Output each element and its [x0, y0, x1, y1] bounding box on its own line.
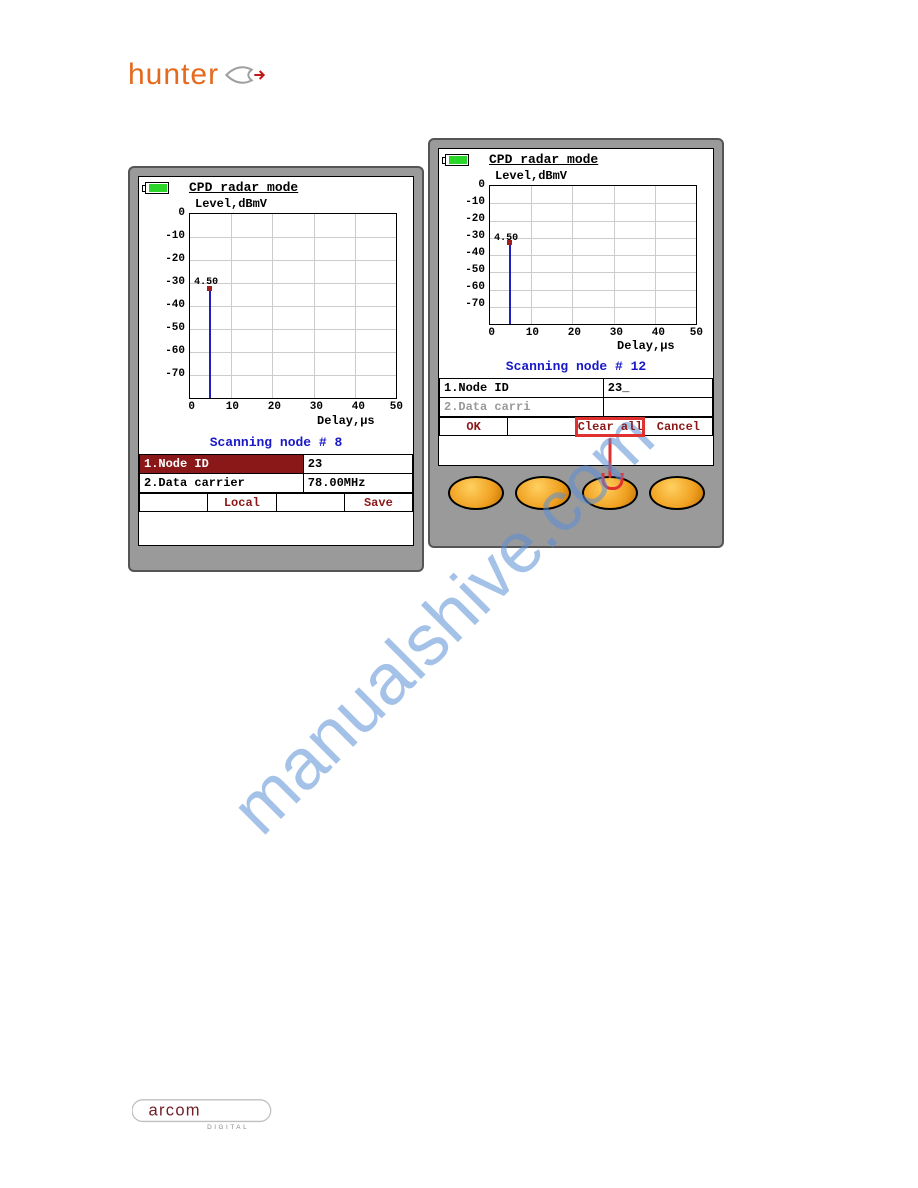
screen-title: CPD radar mode	[189, 180, 298, 195]
hardware-button-row	[438, 476, 714, 510]
hunter-logo: hunter	[128, 58, 265, 92]
y-tick: 0	[461, 179, 485, 191]
x-axis-label: Delay,μs	[317, 414, 375, 428]
param-table: 1.Node ID 23 2.Data carrier 78.00MHz	[139, 454, 413, 493]
y-tick: -10	[461, 196, 485, 208]
y-tick: -40	[161, 299, 185, 311]
y-tick: -70	[161, 368, 185, 380]
softkey-1-ok[interactable]: OK	[440, 418, 508, 436]
param-value: 23	[303, 455, 412, 474]
left-plot-area: 4.50	[189, 213, 397, 399]
y-tick: -70	[461, 298, 485, 310]
right-plot-area: 4.50	[489, 185, 697, 325]
y-axis-label: Level,dBmV	[195, 197, 267, 211]
x-tick: 20	[261, 401, 281, 413]
param-value: 23_	[603, 379, 712, 398]
y-tick: -40	[461, 247, 485, 259]
hardware-button-4[interactable]	[649, 476, 705, 510]
softkey-3-clear-all[interactable]: Clear all	[576, 418, 644, 436]
table-row[interactable]: 1.Node ID 23_	[440, 379, 713, 398]
param-value: 78.00MHz	[303, 474, 412, 493]
table-row[interactable]: 1.Node ID 23	[140, 455, 413, 474]
hardware-button-3[interactable]	[582, 476, 638, 510]
left-chart: Level,dBmV	[149, 199, 403, 431]
param-label: 2.Data carrier	[140, 474, 304, 493]
x-tick: 50	[683, 327, 703, 339]
peak-label: 4.50	[194, 277, 218, 288]
x-tick: 20	[561, 327, 581, 339]
y-axis-label: Level,dBmV	[495, 169, 567, 183]
y-tick: -20	[161, 253, 185, 265]
device-left: CPD radar mode Level,dBmV	[128, 166, 424, 572]
x-tick: 30	[303, 401, 323, 413]
softkey-1[interactable]	[140, 494, 208, 512]
y-tick: -60	[461, 281, 485, 293]
softkey-bar: Local Save	[139, 493, 413, 512]
softkey-3[interactable]	[276, 494, 344, 512]
hunter-logo-arrow-icon	[225, 60, 265, 90]
x-tick: 40	[645, 327, 665, 339]
x-tick: 30	[603, 327, 623, 339]
peak-line	[509, 241, 511, 324]
y-tick: -60	[161, 345, 185, 357]
hardware-button-2[interactable]	[515, 476, 571, 510]
y-tick: 0	[161, 207, 185, 219]
hunter-logo-text: hunter	[128, 58, 219, 92]
scan-status: Scanning node # 12	[439, 359, 713, 374]
highlight-callout-icon	[608, 438, 611, 478]
device-left-screen: CPD radar mode Level,dBmV	[138, 176, 414, 546]
softkey-4-save[interactable]: Save	[344, 494, 412, 512]
x-tick: 0	[483, 327, 495, 339]
arcom-logo: arcom DIGITAL	[132, 1096, 272, 1134]
battery-icon	[145, 182, 169, 194]
param-value	[603, 398, 712, 417]
peak-line	[209, 288, 211, 398]
scan-status: Scanning node # 8	[139, 435, 413, 450]
y-tick: -10	[161, 230, 185, 242]
y-tick: -20	[461, 213, 485, 225]
param-label: 2.Data carri	[440, 398, 604, 417]
x-tick: 40	[345, 401, 365, 413]
x-tick: 10	[519, 327, 539, 339]
table-row[interactable]: 2.Data carrier 78.00MHz	[140, 474, 413, 493]
param-label: 1.Node ID	[140, 455, 304, 474]
peak-label: 4.50	[494, 233, 518, 244]
screen-title: CPD radar mode	[489, 152, 598, 167]
softkey-bar: OK Clear all Cancel	[439, 417, 713, 436]
param-label: 1.Node ID	[440, 379, 604, 398]
x-axis-label: Delay,μs	[617, 339, 675, 353]
arcom-logo-sub: DIGITAL	[207, 1124, 249, 1131]
x-tick: 10	[219, 401, 239, 413]
y-tick: -30	[461, 230, 485, 242]
device-right-screen: CPD radar mode Level,dBmV	[438, 148, 714, 466]
y-tick: -50	[161, 322, 185, 334]
x-tick: 50	[383, 401, 403, 413]
hardware-button-1[interactable]	[448, 476, 504, 510]
softkey-2[interactable]	[508, 418, 576, 436]
arcom-logo-text: arcom	[149, 1101, 201, 1120]
x-tick: 0	[183, 401, 195, 413]
right-chart: Level,dBmV	[449, 171, 703, 355]
y-tick: -30	[161, 276, 185, 288]
battery-icon	[445, 154, 469, 166]
softkey-4-cancel[interactable]: Cancel	[644, 418, 712, 436]
table-row[interactable]: 2.Data carri	[440, 398, 713, 417]
y-tick: -50	[461, 264, 485, 276]
param-table: 1.Node ID 23_ 2.Data carri	[439, 378, 713, 417]
device-right: CPD radar mode Level,dBmV	[428, 138, 724, 548]
softkey-2-local[interactable]: Local	[208, 494, 276, 512]
